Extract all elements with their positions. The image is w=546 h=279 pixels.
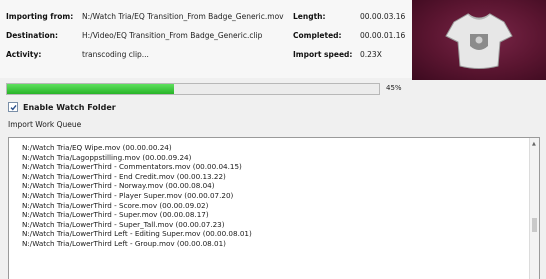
jersey-badge-icon [445,13,513,69]
enable-watch-folder-label: Enable Watch Folder [23,102,116,112]
completed-label: Completed: [293,31,342,40]
progress-percent: 45% [386,84,402,92]
destination-label: Destination: [6,31,58,40]
queue-item[interactable]: N:/Watch Tria/LowerThird - Norway.mov (0… [22,181,539,191]
scroll-up-arrow-icon[interactable]: ▲ [532,141,536,147]
queue-item[interactable]: N:/Watch Tria/LowerThird - Commentators.… [22,162,539,172]
enable-watch-folder-checkbox[interactable] [8,102,18,112]
activity-label: Activity: [6,50,42,59]
length-value: 00.00.03.16 [360,12,406,21]
enable-watch-folder-toggle[interactable]: Enable Watch Folder [8,101,116,113]
checkmark-icon [10,104,17,110]
queue-item[interactable]: N:/Watch Tria/LowerThird - Super.mov (00… [22,210,539,220]
queue-item[interactable]: N:/Watch Tria/LowerThird Left - Group.mo… [22,239,539,249]
queue-scrollbar[interactable]: ▲ [529,138,539,279]
queue-item[interactable]: N:/Watch Tria/LowerThird - Player Super.… [22,191,539,201]
import-info-panel: Importing from: N:/Watch Tria/EQ Transit… [0,0,412,78]
completed-value: 00.00.01.16 [360,31,406,40]
importing-from-label: Importing from: [6,12,74,21]
queue-items: N:/Watch Tria/EQ Wipe.mov (00.00.00.24) N… [9,138,539,249]
import-speed-value: 0.23X [360,50,382,59]
progress-fill [7,84,175,94]
queue-item[interactable]: N:/Watch Tria/EQ Wipe.mov (00.00.00.24) [22,143,539,153]
importing-from-value: N:/Watch Tria/EQ Transition_From Badge_G… [82,12,284,21]
queue-item[interactable]: N:/Watch Tria/LowerThird Left - Editing … [22,229,539,239]
queue-item[interactable]: N:/Watch Tria/LowerThird - End Credit.mo… [22,172,539,182]
queue-item[interactable]: N:/Watch Tria/LowerThird - Super_Tall.mo… [22,220,539,230]
queue-item[interactable]: N:/Watch Tria/Lagoppstilling.mov (00.00.… [22,153,539,163]
progress-row: 45% [0,80,412,97]
queue-item[interactable]: N:/Watch Tria/LowerThird - Score.mov (00… [22,201,539,211]
scrollbar-thumb[interactable] [532,218,537,232]
clip-thumbnail [412,0,546,80]
activity-value: transcoding clip... [82,50,149,59]
length-label: Length: [293,12,326,21]
import-work-queue-list[interactable]: N:/Watch Tria/EQ Wipe.mov (00.00.00.24) N… [8,137,540,279]
import-work-queue-title: Import Work Queue [8,120,82,129]
import-speed-label: Import speed: [293,50,353,59]
destination-value: H:/Video/EQ Transition_From Badge_Generi… [82,31,263,40]
progress-bar [6,83,380,95]
